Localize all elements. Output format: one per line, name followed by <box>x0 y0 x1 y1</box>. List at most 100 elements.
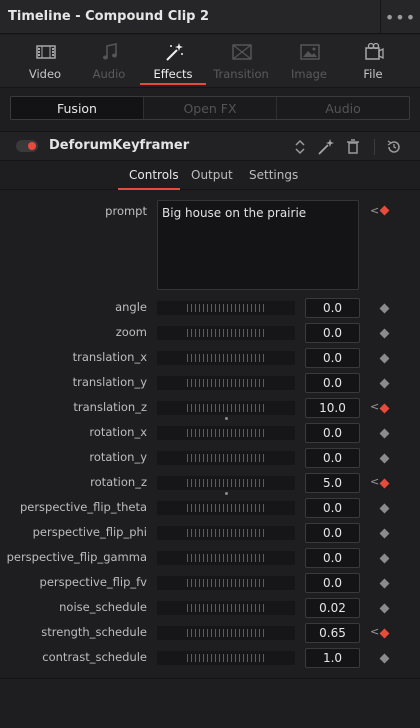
slider-ticks <box>187 579 265 587</box>
param-value-input[interactable]: 0.0 <box>305 423 360 443</box>
options-menu-icon[interactable]: ••• <box>380 0 420 34</box>
param-value-input[interactable]: 0.0 <box>305 523 360 543</box>
window-title: Timeline - Compound Clip 2 <box>8 9 210 24</box>
keyframe-diamond-icon[interactable] <box>379 378 390 389</box>
param-label: perspective_flip_theta <box>19 500 147 514</box>
keyframe-diamond-icon[interactable] <box>379 353 390 364</box>
updown-arrows-icon[interactable] <box>291 138 309 156</box>
tab-audio[interactable]: Audio <box>76 35 142 88</box>
trash-icon[interactable] <box>344 138 362 156</box>
keyframe-diamond-icon[interactable] <box>379 553 390 564</box>
param-slider[interactable] <box>157 501 295 515</box>
slider-ticks <box>187 479 265 487</box>
param-slider[interactable] <box>157 476 295 490</box>
param-row-rotation-y: rotation_y 0.0 <box>0 447 420 469</box>
param-value-input[interactable]: 0.02 <box>305 598 360 618</box>
tab-video[interactable]: Video <box>12 35 78 88</box>
slider-ticks <box>187 304 265 312</box>
param-row-perspective-flip-theta: perspective_flip_theta 0.0 <box>0 497 420 519</box>
header-divider <box>374 139 375 155</box>
param-value-input[interactable]: 0.0 <box>305 373 360 393</box>
magic-wand-icon[interactable] <box>317 138 335 156</box>
tab-transition-label: Transition <box>213 67 269 81</box>
param-value-input[interactable]: 0.0 <box>305 348 360 368</box>
param-value-input[interactable]: 0.0 <box>305 448 360 468</box>
slider-default-marker <box>225 492 228 495</box>
param-slider[interactable] <box>157 376 295 390</box>
tab-image[interactable]: Image <box>276 35 342 88</box>
param-row-perspective-flip-phi: perspective_flip_phi 0.0 <box>0 522 420 544</box>
tab-effects[interactable]: Effects <box>140 35 206 88</box>
keyframe-diamond-icon[interactable] <box>379 478 390 489</box>
effect-category-selector: Fusion Open FX Audio <box>10 96 410 120</box>
slider-ticks <box>187 429 265 437</box>
film-icon <box>36 45 56 59</box>
tab-file[interactable]: File <box>340 35 406 88</box>
keyframe-diamond-icon[interactable] <box>379 403 390 414</box>
param-row-contrast-schedule: contrast_schedule 1.0 <box>0 647 420 669</box>
slider-ticks <box>187 654 265 662</box>
param-slider[interactable] <box>157 626 295 640</box>
prev-keyframe-arrow-icon[interactable]: < <box>370 205 379 217</box>
param-slider[interactable] <box>157 301 295 315</box>
param-value-input[interactable]: 1.0 <box>305 648 360 668</box>
slider-ticks <box>187 529 265 537</box>
param-label: translation_x <box>72 350 147 364</box>
param-row-rotation-x: rotation_x 0.0 <box>0 422 420 444</box>
tab-transition[interactable]: Transition <box>208 35 274 88</box>
prev-keyframe-arrow-icon[interactable]: < <box>370 476 379 488</box>
param-value-input[interactable]: 5.0 <box>305 473 360 493</box>
effect-enable-toggle[interactable] <box>16 140 38 152</box>
param-label: translation_z <box>73 400 147 414</box>
param-value-input[interactable]: 0.0 <box>305 498 360 518</box>
tab-output[interactable]: Output <box>191 168 233 182</box>
param-slider[interactable] <box>157 551 295 565</box>
param-slider[interactable] <box>157 601 295 615</box>
prompt-label: prompt <box>105 204 147 218</box>
tab-controls[interactable]: Controls <box>129 168 179 182</box>
keyframe-diamond-icon[interactable] <box>379 453 390 464</box>
category-audio-button[interactable]: Audio <box>277 97 409 119</box>
param-slider[interactable] <box>157 451 295 465</box>
keyframe-diamond-icon[interactable] <box>379 328 390 339</box>
param-slider[interactable] <box>157 526 295 540</box>
keyframe-diamond-icon[interactable] <box>379 578 390 589</box>
prev-keyframe-arrow-icon[interactable]: < <box>370 626 379 638</box>
tab-settings[interactable]: Settings <box>249 168 298 182</box>
reset-icon[interactable] <box>385 138 403 156</box>
param-slider[interactable] <box>157 426 295 440</box>
param-slider[interactable] <box>157 351 295 365</box>
param-label: strength_schedule <box>41 625 147 639</box>
keyframe-diamond-icon[interactable] <box>379 653 390 664</box>
param-value-input[interactable]: 0.65 <box>305 623 360 643</box>
keyframe-diamond-icon[interactable] <box>379 628 390 639</box>
category-openfx-button[interactable]: Open FX <box>144 97 277 119</box>
keyframe-diamond-icon[interactable] <box>379 603 390 614</box>
sub-tab-bar: Controls Output Settings <box>0 162 420 190</box>
prompt-keyframe-diamond-icon[interactable] <box>379 205 390 216</box>
param-slider[interactable] <box>157 651 295 665</box>
param-row-angle: angle 0.0 <box>0 297 420 319</box>
prev-keyframe-arrow-icon[interactable]: < <box>370 401 379 413</box>
category-fusion-button[interactable]: Fusion <box>11 97 144 119</box>
param-value-input[interactable]: 10.0 <box>305 398 360 418</box>
prompt-textarea[interactable]: Big house on the prairie <box>157 200 359 290</box>
param-row-rotation-z: rotation_z 5.0 < <box>0 472 420 495</box>
keyframe-diamond-icon[interactable] <box>379 303 390 314</box>
param-slider[interactable] <box>157 401 295 415</box>
param-slider[interactable] <box>157 576 295 590</box>
param-value-input[interactable]: 0.0 <box>305 548 360 568</box>
param-slider[interactable] <box>157 326 295 340</box>
param-row-zoom: zoom 0.0 <box>0 322 420 344</box>
param-value-input[interactable]: 0.0 <box>305 573 360 593</box>
file-icon <box>365 42 384 60</box>
param-value-input[interactable]: 0.0 <box>305 323 360 343</box>
keyframe-diamond-icon[interactable] <box>379 428 390 439</box>
param-label: angle <box>115 300 147 314</box>
keyframe-diamond-icon[interactable] <box>379 528 390 539</box>
slider-ticks <box>187 629 265 637</box>
keyframe-diamond-icon[interactable] <box>379 503 390 514</box>
param-label: perspective_flip_gamma <box>6 550 147 564</box>
slider-ticks <box>187 504 265 512</box>
param-value-input[interactable]: 0.0 <box>305 298 360 318</box>
